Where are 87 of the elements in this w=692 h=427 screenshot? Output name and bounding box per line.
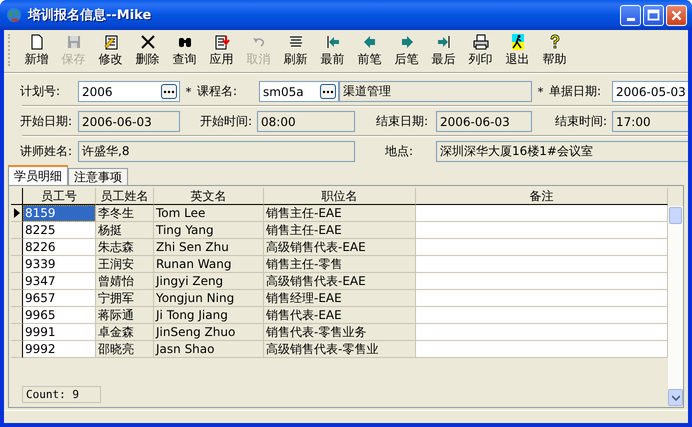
minimize-icon xyxy=(626,18,634,20)
field-label: 地点: xyxy=(385,143,414,160)
field-label: 课程名: xyxy=(197,83,238,100)
required-mark: * xyxy=(184,84,192,98)
scroll-thumb[interactable] xyxy=(669,207,682,224)
date-field[interactable]: 2006-05-03 xyxy=(612,81,688,102)
toolbar-button[interactable]: 新增 xyxy=(18,32,55,70)
toolbar-button[interactable]: 查询 xyxy=(166,32,203,70)
field-label: 开始日期: xyxy=(20,113,74,130)
table-cell: JinSeng Zhuo xyxy=(154,324,264,341)
readonly-field: 17:00 xyxy=(612,111,688,132)
table-cell: Tom Lee xyxy=(154,205,264,222)
table-cell: 邵晓亮 xyxy=(96,341,154,358)
table-cell: 8225 xyxy=(23,222,96,239)
readonly-field: 渠道管理 xyxy=(339,81,532,102)
table-cell: 卓金森 xyxy=(96,324,154,341)
lookup-field[interactable]: sm05a xyxy=(259,81,339,102)
cross-icon xyxy=(138,33,156,51)
field-label: 单据日期: xyxy=(549,83,602,100)
maximize-button[interactable] xyxy=(643,4,664,26)
table-cell: 销售代表-零售业务 xyxy=(264,324,416,341)
toolbar-button[interactable]: 退出 xyxy=(499,32,536,70)
table-cell: 销售经理-EAE xyxy=(264,290,416,307)
field-label: 结束日期: xyxy=(376,113,430,130)
toolbar-button[interactable]: 后笔 xyxy=(388,32,425,70)
globe-icon xyxy=(6,7,22,23)
printer-icon xyxy=(472,33,490,51)
record-count: Count: 9 xyxy=(22,386,101,403)
table-cell: Runan Wang xyxy=(154,256,264,273)
field-label: 计划号: xyxy=(20,83,62,100)
toolbar-button[interactable]: 最后 xyxy=(425,32,462,70)
readonly-field: 许盛华,8 xyxy=(78,141,355,162)
field-label: 结束时间: xyxy=(555,113,608,130)
field-label: 开始时间: xyxy=(200,113,254,130)
required-mark: * xyxy=(536,84,544,98)
table-cell: 朱志森 xyxy=(96,239,154,256)
readonly-field: 08:00 xyxy=(257,111,355,132)
table-cell: Ting Yang xyxy=(154,222,264,239)
table-cell: 高级销售代表-EAE xyxy=(264,239,416,256)
table-cell: 销售主任-零售 xyxy=(264,256,416,273)
toolbar-button[interactable]: 修改 xyxy=(92,32,129,70)
table-cell: 蒋际通 xyxy=(96,307,154,324)
table-cell: Jingyi Zeng xyxy=(154,273,264,290)
table-cell: 9347 xyxy=(23,273,96,290)
tab[interactable]: 注意事项 xyxy=(68,168,128,185)
table-cell: 销售代表-EAE xyxy=(264,307,416,324)
toolbar-button[interactable]: 列印 xyxy=(462,32,499,70)
readonly-field: 2006-06-03 xyxy=(436,111,532,132)
document-arrow-icon xyxy=(212,33,230,51)
window-title: 培训报名信息--Mike xyxy=(28,6,152,24)
vertical-scrollbar[interactable] xyxy=(668,206,683,406)
table-cell: 销售主任-EAE xyxy=(264,222,416,239)
table-cell: 9965 xyxy=(23,307,96,324)
toolbar-button[interactable]: 删除 xyxy=(129,32,166,70)
table-cell: Zhi Sen Zhu xyxy=(154,239,264,256)
table-cell: 李冬生 xyxy=(96,205,154,222)
table-cell: 8159 xyxy=(23,205,96,222)
row-pointer-icon xyxy=(14,208,20,218)
close-button[interactable] xyxy=(666,4,687,26)
readonly-field: 2006-06-03 xyxy=(78,111,180,132)
table-cell: 9992 xyxy=(23,341,96,358)
table-cell: 宁拥军 xyxy=(96,290,154,307)
minimize-button[interactable] xyxy=(620,4,641,26)
toolbar-button[interactable]: 前笔 xyxy=(351,32,388,70)
toolbar-button[interactable]: 最前 xyxy=(314,32,351,70)
table-cell: 曾婧怡 xyxy=(96,273,154,290)
table-cell: 9339 xyxy=(23,256,96,273)
table-cell: 高级销售代表-零售业 xyxy=(264,341,416,358)
table-cell: 销售主任-EAE xyxy=(264,205,416,222)
toolbar-button[interactable]: 刷新 xyxy=(277,32,314,70)
field-label: 讲师姓名: xyxy=(20,143,74,160)
table-cell: Jasn Shao xyxy=(154,341,264,358)
ellipsis-icon[interactable] xyxy=(161,84,177,99)
ellipsis-icon[interactable] xyxy=(320,84,336,99)
table-cell: 9657 xyxy=(23,290,96,307)
table-cell: 王润安 xyxy=(96,256,154,273)
table-cell: Ji Tong Jiang xyxy=(154,307,264,324)
table-cell: 杨挺 xyxy=(96,222,154,239)
tab[interactable]: 学员明细 xyxy=(8,165,68,185)
lookup-field[interactable]: 2006 xyxy=(78,81,180,102)
toolbar-button[interactable]: 应用 xyxy=(203,32,240,70)
readonly-field: 深圳深华大厦16楼1#会议室 xyxy=(436,141,688,162)
table-cell: 高级销售代表-EAE xyxy=(264,273,416,290)
table-cell: 8226 xyxy=(23,239,96,256)
table-cell: 9991 xyxy=(23,324,96,341)
toolbar-button[interactable]: 帮助 xyxy=(536,32,573,70)
table-cell: Yongjun Ning xyxy=(154,290,264,307)
